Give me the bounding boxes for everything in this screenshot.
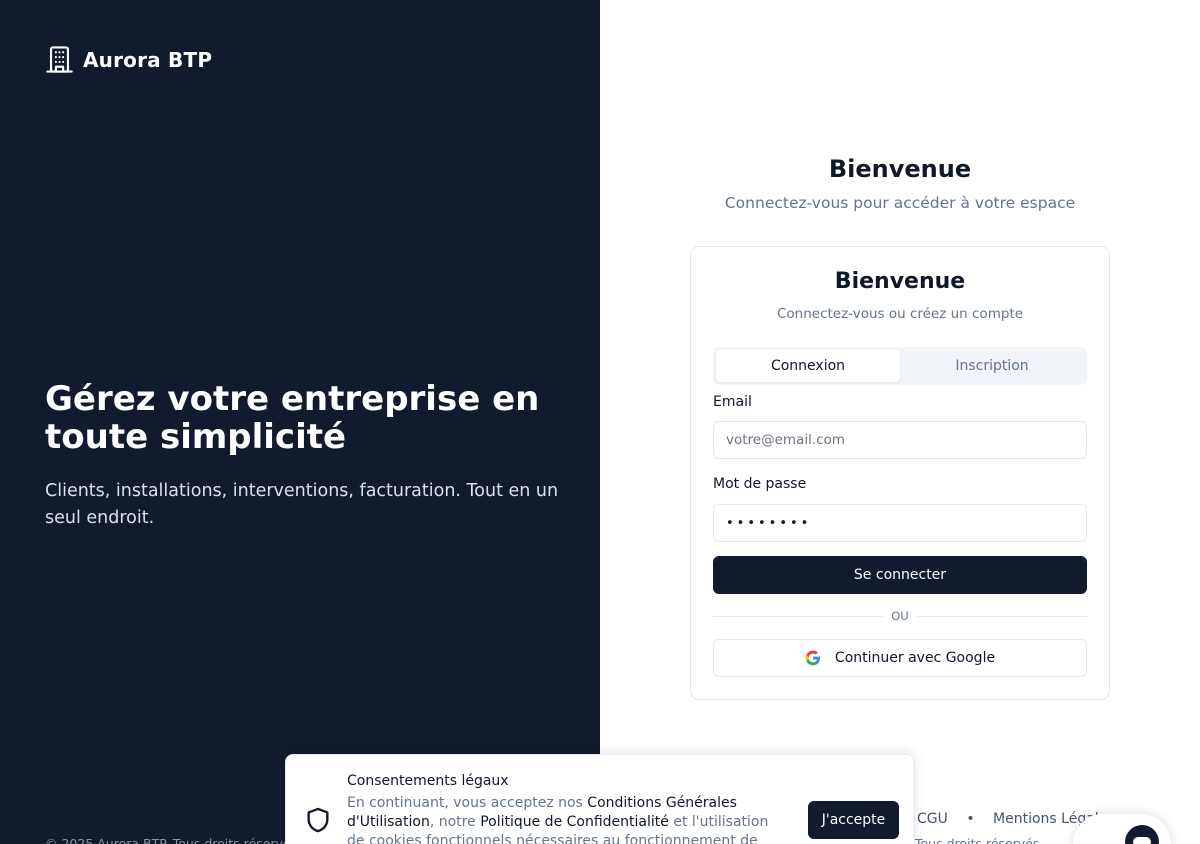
auth-card: Bienvenue Connectez-vous ou créez un com… bbox=[690, 246, 1110, 700]
or-divider: OU bbox=[713, 607, 1087, 625]
left-copyright: © 2025 Aurora BTP. Tous droits réservés. bbox=[45, 836, 302, 844]
brand[interactable]: Aurora BTP bbox=[45, 45, 212, 74]
card-title: Bienvenue bbox=[834, 269, 966, 294]
footer-separator: • bbox=[966, 811, 975, 827]
consent-text: En continuant, vous acceptez nos Conditi… bbox=[347, 794, 782, 844]
password-field[interactable] bbox=[713, 504, 1087, 542]
chat-icon bbox=[1125, 825, 1159, 844]
password-label: Mot de passe bbox=[713, 476, 807, 492]
right-panel: Bienvenue Connectez-vous pour accéder à … bbox=[600, 0, 1200, 844]
shield-icon bbox=[307, 807, 329, 833]
privacy-link[interactable]: Politique de Confidentialité bbox=[480, 814, 669, 830]
email-label: Email bbox=[713, 394, 752, 410]
hero-subtitle: Clients, installations, interventions, f… bbox=[45, 481, 559, 528]
footer-copyright: Tous droits réservés bbox=[915, 836, 1040, 844]
divider-line-right bbox=[917, 616, 1087, 617]
consent-text-part: En continuant, vous acceptez nos bbox=[347, 795, 588, 811]
footer-link-cgu[interactable]: CGU bbox=[917, 811, 948, 827]
login-button[interactable]: Se connecter bbox=[713, 556, 1087, 594]
tab-inscription[interactable]: Inscription bbox=[900, 350, 1084, 382]
card-subtitle: Connectez-vous ou créez un compte bbox=[776, 306, 1024, 322]
auth-tabs: Connexion Inscription bbox=[713, 347, 1087, 385]
building-icon bbox=[46, 46, 73, 73]
google-button-label: Continuer avec Google bbox=[834, 650, 996, 666]
welcome-title: Bienvenue bbox=[828, 155, 972, 183]
google-login-button[interactable]: Continuer avec Google bbox=[713, 639, 1087, 677]
consent-banner: Consentements légaux En continuant, vous… bbox=[285, 754, 915, 844]
hero-title: Gérez votre entreprise en toute simplici… bbox=[45, 379, 540, 457]
welcome-subtitle: Connectez-vous pour accéder à votre espa… bbox=[724, 194, 1076, 212]
left-panel: Aurora BTP Gérez votre entreprise en tou… bbox=[0, 0, 600, 844]
consent-text-part: , notre bbox=[429, 814, 481, 830]
chat-widget[interactable] bbox=[1073, 814, 1171, 844]
email-field[interactable] bbox=[713, 421, 1087, 459]
google-icon bbox=[805, 650, 820, 666]
consent-title: Consentements légaux bbox=[347, 773, 509, 789]
tab-connexion[interactable]: Connexion bbox=[716, 350, 900, 382]
brand-name: Aurora BTP bbox=[83, 47, 213, 72]
accept-button[interactable]: J'accepte bbox=[808, 801, 899, 839]
